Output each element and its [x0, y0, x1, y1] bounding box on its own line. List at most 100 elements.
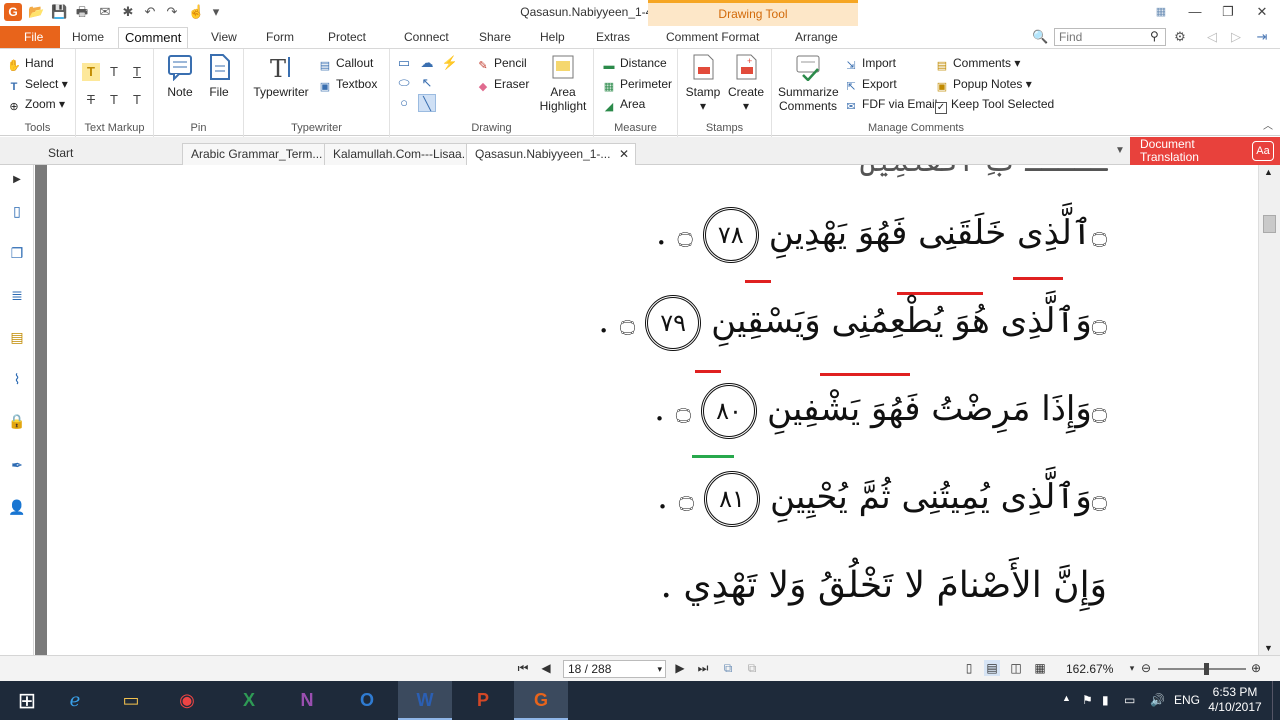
tab-help[interactable]: Help — [534, 26, 571, 48]
import-button[interactable]: ⇲ Import — [844, 54, 896, 72]
next-page-icon[interactable]: ▶ — [672, 660, 688, 676]
zoom-level[interactable]: 162.67% — [1066, 662, 1113, 676]
zoom-slider[interactable] — [1158, 668, 1246, 670]
facing-page-icon[interactable]: ◫ — [1008, 660, 1024, 676]
line-icon[interactable]: ╲ — [418, 94, 436, 112]
collapse-ribbon-icon[interactable]: ︿ — [1260, 119, 1276, 135]
document-view[interactable]: ـــــ بِّ ٱلْعَٰلَمِينَ ۝ٱلَّذِى خَلَقَن… — [35, 165, 1257, 655]
tab-connect[interactable]: Connect — [398, 26, 455, 48]
user-icon[interactable]: 👤 — [7, 497, 27, 517]
page-dropdown-icon[interactable]: ▾ — [657, 661, 662, 677]
arrow-icon[interactable]: ↖ — [418, 74, 436, 92]
doc-tab-start[interactable]: Start — [40, 143, 81, 165]
insert-text-icon[interactable]: T — [128, 91, 146, 109]
typewriter-button[interactable]: T Typewriter — [250, 53, 312, 99]
foxit-taskbar-icon[interactable]: G — [514, 681, 568, 720]
tab-view[interactable]: View — [205, 26, 243, 48]
comments-dropdown[interactable]: ▤ Comments ▾ — [935, 54, 1021, 72]
red-underline[interactable] — [1013, 277, 1063, 280]
continuous-page-icon[interactable]: ▤ — [984, 660, 1000, 676]
tab-list-dropdown-icon[interactable]: ▼ — [1112, 143, 1128, 159]
new-icon[interactable]: ✱ — [120, 4, 136, 20]
system-clock[interactable]: 6:53 PM 4/10/2017 — [1200, 685, 1270, 715]
rectangle-icon[interactable]: ▭ — [395, 54, 413, 72]
comments-panel-icon[interactable]: ▤ — [7, 327, 27, 347]
page-number-input[interactable]: 18 / 288 ▾ — [563, 660, 666, 678]
restore-button[interactable]: ❐ — [1217, 2, 1239, 22]
chrome-icon[interactable]: ◉ — [160, 681, 214, 720]
volume-icon[interactable]: 🔊 — [1150, 693, 1165, 707]
tab-comment[interactable]: Comment — [118, 27, 189, 49]
vertical-scrollbar[interactable]: ▲ ▼ — [1258, 165, 1280, 655]
windows-start-icon[interactable]: ⊞ — [0, 681, 54, 720]
file-attach-button[interactable]: File — [204, 53, 234, 99]
create-stamp-button[interactable]: + Create ▾ — [726, 53, 766, 113]
keep-tool-selected-checkbox[interactable]: ✓ Keep Tool Selected — [935, 95, 1054, 114]
strikeout-text-icon[interactable]: T — [82, 91, 100, 109]
first-page-icon[interactable]: ⏮ — [515, 660, 531, 676]
circle-icon[interactable]: ○ — [395, 94, 413, 112]
distance-button[interactable]: ▬ Distance — [602, 54, 667, 72]
keyboard-language[interactable]: ENG — [1174, 693, 1200, 707]
popup-notes-dropdown[interactable]: ▣ Popup Notes ▾ — [935, 75, 1032, 93]
replace-text-icon[interactable]: T — [105, 91, 123, 109]
close-tab-icon[interactable]: ✕ — [619, 144, 629, 164]
red-underline[interactable] — [695, 370, 721, 373]
area-button[interactable]: ◢ Area — [602, 95, 646, 113]
zoom-in-icon[interactable]: ⊕ — [1248, 660, 1264, 676]
word-icon[interactable]: W — [398, 681, 452, 720]
zoom-slider-thumb[interactable] — [1204, 663, 1209, 675]
settings-gear-icon[interactable]: ⚙ — [1172, 29, 1188, 45]
previous-view-icon[interactable]: ⧉ — [720, 660, 736, 676]
ribbon-display-icon[interactable]: ▦ — [1150, 2, 1172, 22]
scroll-down-icon[interactable]: ▼ — [1264, 643, 1273, 653]
search-icon[interactable]: ⚲ — [1150, 29, 1159, 43]
attachments-icon[interactable]: ⌇ — [7, 369, 27, 389]
layers-icon[interactable]: ≣ — [7, 285, 27, 305]
squiggly-text-icon[interactable]: T — [105, 63, 123, 81]
search-folder-icon[interactable]: 🔍 — [1032, 29, 1048, 45]
next-view-icon[interactable]: ⧉ — [744, 660, 760, 676]
document-translation-button[interactable]: Document Translation Aa — [1130, 137, 1280, 165]
zoom-button[interactable]: ⊕ Zoom ▾ — [7, 95, 65, 113]
summarize-comments-button[interactable]: Summarize Comments — [778, 53, 839, 113]
onenote-icon[interactable]: N — [280, 681, 334, 720]
tab-home[interactable]: Home — [66, 26, 110, 48]
tray-overflow-icon[interactable]: ▲ — [1062, 693, 1071, 703]
tab-extras[interactable]: Extras — [590, 26, 636, 48]
save-icon[interactable]: 💾 — [51, 4, 67, 20]
doc-tab-qasasun[interactable]: Qasasun.Nabiyyeen_1-... ✕ — [466, 143, 636, 165]
scroll-thumb[interactable] — [1263, 215, 1276, 233]
undo-icon[interactable]: ↶ — [142, 4, 158, 20]
continuous-facing-icon[interactable]: ▦ — [1032, 660, 1048, 676]
cloud-icon[interactable]: ☁ — [418, 54, 436, 72]
single-page-icon[interactable]: ▯ — [961, 660, 977, 676]
customize-quick-access-icon[interactable]: ▾ — [208, 4, 224, 20]
flag-icon[interactable]: ⚑ — [1082, 693, 1093, 707]
eraser-button[interactable]: ◆ Eraser — [476, 75, 530, 93]
underline-text-icon[interactable]: T — [128, 63, 146, 81]
back-arrow-icon[interactable]: ◁ — [1204, 29, 1220, 45]
excel-icon[interactable]: X — [222, 681, 276, 720]
internet-explorer-icon[interactable]: ℯ — [48, 681, 102, 720]
highlight-text-icon[interactable]: T — [82, 63, 100, 81]
tab-protect[interactable]: Protect — [322, 26, 372, 48]
tab-form[interactable]: Form — [260, 26, 300, 48]
red-underline[interactable] — [745, 280, 771, 283]
doc-tab-arabic-grammar[interactable]: Arabic Grammar_Term... — [182, 143, 332, 165]
outlook-icon[interactable]: O — [340, 681, 394, 720]
open-icon[interactable]: 📂 — [28, 4, 44, 20]
last-page-icon[interactable]: ⏭ — [695, 660, 711, 676]
textbox-button[interactable]: ▣ Textbox — [318, 75, 378, 93]
hand-tool-icon[interactable]: ☝ — [188, 4, 204, 20]
show-desktop-button[interactable] — [1272, 681, 1280, 720]
green-underline[interactable] — [692, 455, 734, 458]
print-icon[interactable]: 🖶 — [74, 4, 90, 20]
perimeter-button[interactable]: ▦ Perimeter — [602, 75, 672, 93]
file-explorer-icon[interactable]: ▭ — [104, 681, 158, 720]
close-button[interactable]: ✕ — [1251, 2, 1273, 22]
stamp-button[interactable]: Stamp ▾ — [684, 53, 722, 113]
expand-panel-icon[interactable]: ▶ — [7, 170, 27, 190]
zoom-out-icon[interactable]: ⊖ — [1138, 660, 1154, 676]
red-underline[interactable] — [820, 373, 910, 376]
